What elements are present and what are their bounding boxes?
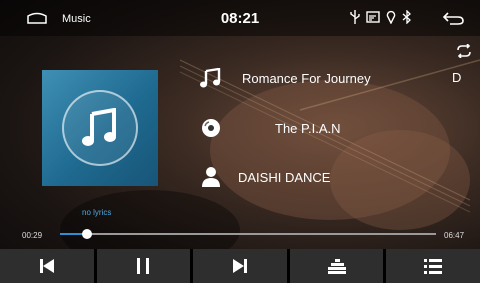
current-time: 00:29 bbox=[22, 231, 43, 240]
cast-icon bbox=[366, 11, 380, 23]
back-arrow-icon[interactable] bbox=[442, 11, 464, 25]
total-time: 06:47 bbox=[444, 231, 465, 240]
album-art bbox=[42, 70, 158, 186]
skip-next-icon bbox=[232, 259, 247, 273]
progress-bar[interactable] bbox=[60, 229, 436, 239]
status-bar: Music 08:21 bbox=[0, 0, 480, 36]
side-label: D bbox=[452, 70, 462, 85]
playlist-icon bbox=[424, 259, 443, 274]
pause-button[interactable] bbox=[96, 249, 191, 283]
music-note-small-icon bbox=[200, 68, 221, 88]
location-icon bbox=[386, 10, 396, 24]
artist-icon bbox=[202, 167, 220, 187]
equalizer-icon bbox=[327, 259, 346, 274]
next-button[interactable] bbox=[193, 249, 287, 283]
bluetooth-icon bbox=[402, 10, 411, 24]
lyrics-text[interactable]: no lyrics bbox=[82, 208, 111, 217]
repeat-icon[interactable] bbox=[456, 44, 472, 58]
playback-controls bbox=[0, 249, 480, 283]
skip-previous-icon bbox=[39, 259, 54, 273]
usb-icon bbox=[350, 10, 360, 24]
track-title: Romance For Journey bbox=[242, 71, 371, 86]
progress-thumb[interactable] bbox=[81, 229, 92, 239]
pause-icon bbox=[137, 258, 150, 274]
equalizer-button[interactable] bbox=[289, 249, 384, 283]
previous-button[interactable] bbox=[0, 249, 94, 283]
disc-icon bbox=[202, 119, 220, 137]
music-note-icon bbox=[82, 108, 116, 146]
status-icons bbox=[350, 10, 412, 24]
album-name: The P.I.A.N bbox=[275, 121, 341, 136]
artist-name: DAISHI DANCE bbox=[238, 170, 331, 185]
music-player-screen: Music 08:21 D Romance For Journey The P.… bbox=[0, 0, 480, 283]
playlist-button[interactable] bbox=[386, 249, 480, 283]
